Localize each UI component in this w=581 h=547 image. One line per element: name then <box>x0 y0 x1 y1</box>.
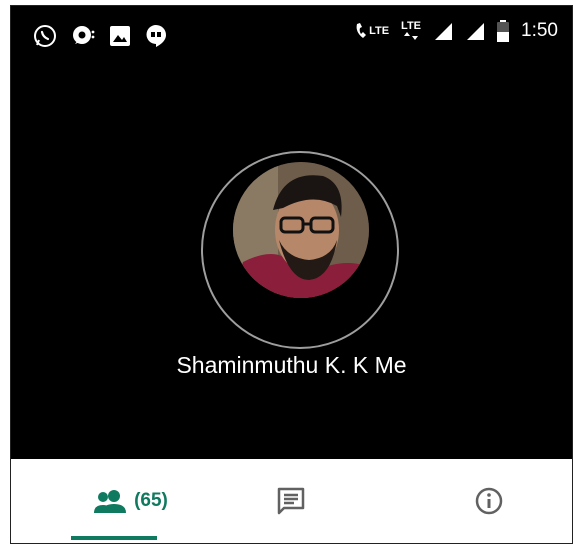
participant-count: (65) <box>134 490 168 511</box>
hangouts-icon <box>146 25 166 47</box>
status-time: 1:50 <box>521 20 558 41</box>
status-bar: LTE LTE 1:50 <box>11 6 572 66</box>
tab-info[interactable] <box>459 459 519 543</box>
chat-bubble-icon <box>73 26 95 44</box>
tab-participants[interactable]: (65) <box>71 459 191 543</box>
signal-icon <box>435 23 453 40</box>
battery-icon <box>497 20 510 42</box>
info-icon <box>475 487 503 515</box>
notification-icons <box>33 24 167 48</box>
people-icon <box>94 490 127 513</box>
lte-data-icon: LTE <box>401 21 421 41</box>
tab-bar: (65) <box>11 459 572 543</box>
wifi-call-icon: LTE <box>355 22 389 40</box>
screen: LTE LTE 1:50 Shaminmuthu K. K Me (65) <box>10 5 573 544</box>
selected-tab-indicator <box>71 536 157 540</box>
lte-label: LTE <box>369 25 390 37</box>
message-icon <box>277 487 305 515</box>
whatsapp-icon <box>34 25 56 47</box>
image-icon <box>110 26 130 46</box>
avatar-photo <box>233 162 369 298</box>
lte-label: LTE <box>401 20 422 32</box>
tab-messages[interactable] <box>261 459 321 543</box>
system-icons: LTE LTE 1:50 <box>355 20 558 42</box>
avatar[interactable] <box>233 162 369 298</box>
signal-icon <box>467 23 485 40</box>
contact-name: Shaminmuthu K. K Me <box>176 352 407 378</box>
